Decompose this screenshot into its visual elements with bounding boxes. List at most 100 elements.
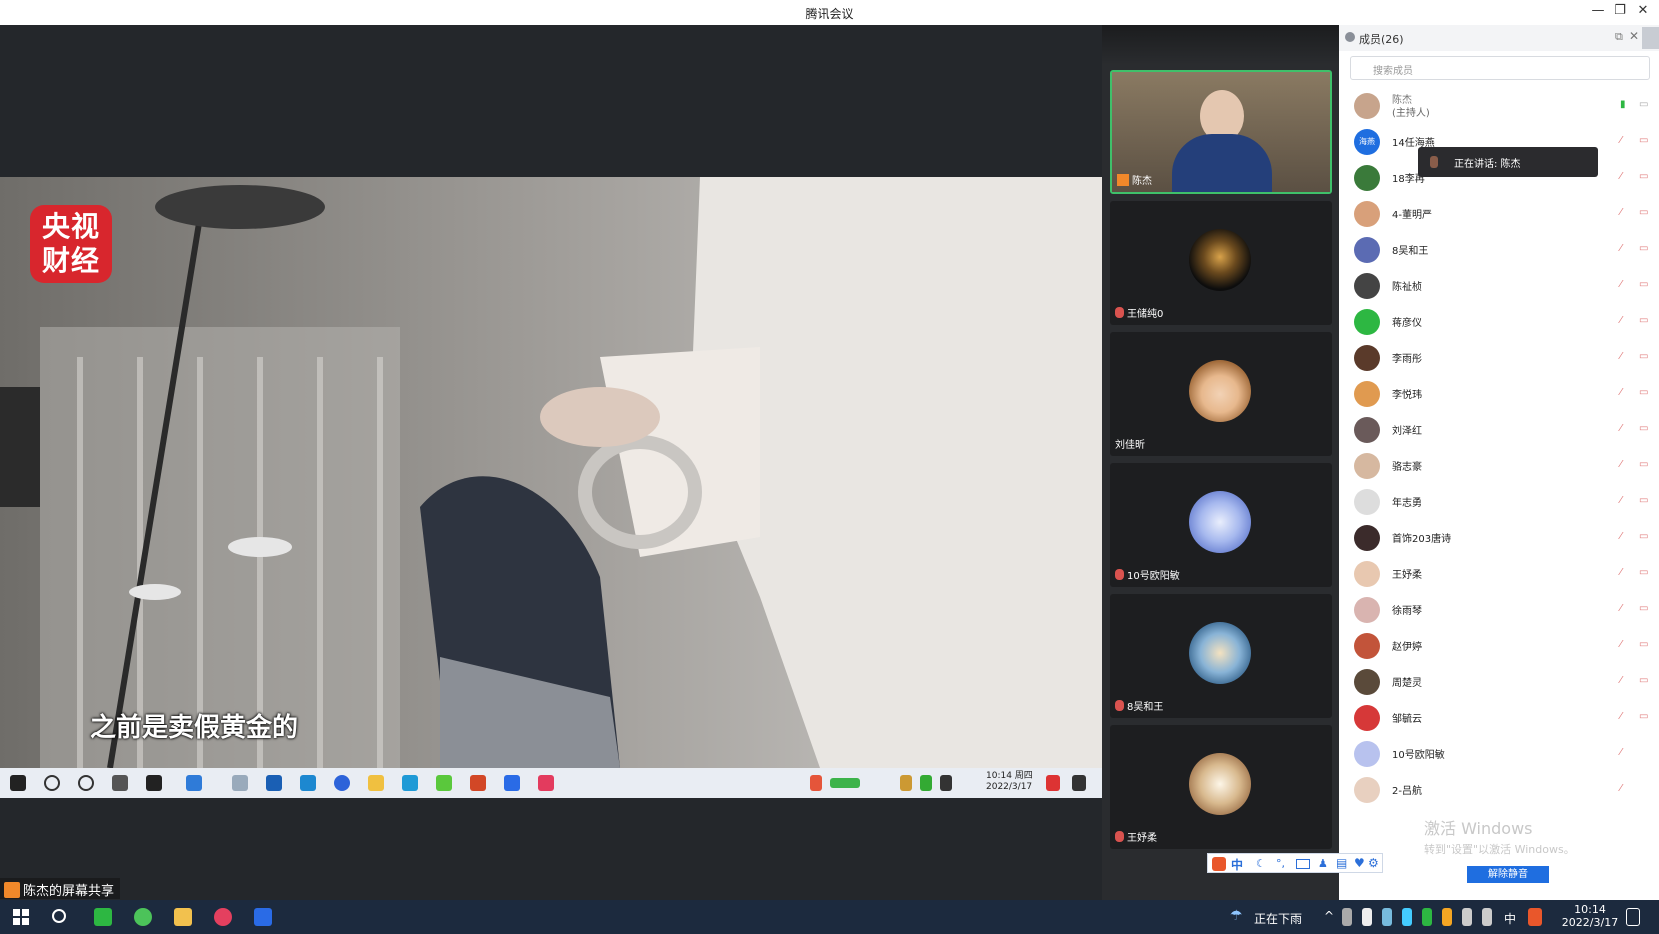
tray-chevron-icon[interactable]: ^ <box>1324 909 1334 923</box>
tencent-meeting-icon[interactable] <box>254 908 272 926</box>
video-off-icon[interactable]: ▭ <box>1639 99 1648 110</box>
member-row[interactable]: 刘泽红 ⁄ ▭ <box>1350 411 1650 447</box>
sogou-icon[interactable] <box>1212 857 1226 871</box>
video-off-icon[interactable]: ▭ <box>1639 531 1648 542</box>
video-tile[interactable]: 10号欧阳敏 <box>1110 463 1332 587</box>
video-off-icon[interactable]: ▭ <box>1639 459 1648 470</box>
mic-muted-icon[interactable]: ⁄ <box>1620 639 1628 651</box>
member-search-input[interactable]: 搜索成员 <box>1350 56 1650 80</box>
video-tile[interactable]: 8吴和王 <box>1110 594 1332 718</box>
member-row[interactable]: 李雨彤 ⁄ ▭ <box>1350 339 1650 375</box>
unmute-all-button[interactable]: 解除静音 <box>1467 866 1549 883</box>
mic-muted-icon[interactable]: ⁄ <box>1620 495 1628 507</box>
moon-icon[interactable]: ☾ <box>1256 857 1266 870</box>
video-tile[interactable]: 王妤柔 <box>1110 725 1332 849</box>
search-icon[interactable] <box>52 909 66 923</box>
ime-toolbar[interactable]: 中 ☾ °, ♟ ▤ ♥ ⚙ <box>1207 853 1383 873</box>
member-row[interactable]: 8吴和王 ⁄ ▭ <box>1350 231 1650 267</box>
video-tile[interactable]: 王储纯0 <box>1110 201 1332 325</box>
mic-muted-icon[interactable]: ⁄ <box>1620 351 1628 363</box>
close-button[interactable]: ✕ <box>1632 3 1654 18</box>
wechat-icon[interactable] <box>94 908 112 926</box>
mic-muted-icon[interactable]: ⁄ <box>1620 387 1628 399</box>
mic-muted-icon[interactable]: ⁄ <box>1620 171 1628 183</box>
tray-icon[interactable] <box>1442 908 1452 926</box>
video-off-icon[interactable]: ▭ <box>1639 495 1648 506</box>
mic-muted-icon[interactable]: ▮ <box>1620 99 1628 111</box>
member-row[interactable]: 4-董明严 ⁄ ▭ <box>1350 195 1650 231</box>
member-row[interactable]: 徐雨琴 ⁄ ▭ <box>1350 591 1650 627</box>
restore-button[interactable]: ❐ <box>1609 3 1631 18</box>
mic-muted-icon[interactable]: ⁄ <box>1620 459 1628 471</box>
member-row[interactable]: 周楚灵 ⁄ ▭ <box>1350 663 1650 699</box>
mic-muted-icon[interactable]: ⁄ <box>1620 603 1628 615</box>
video-off-icon[interactable]: ▭ <box>1639 351 1648 362</box>
video-off-icon[interactable]: ▭ <box>1639 675 1648 686</box>
tray-icon[interactable] <box>1342 908 1352 926</box>
member-row[interactable]: 赵伊婷 ⁄ ▭ <box>1350 627 1650 663</box>
mic-muted-icon[interactable]: ⁄ <box>1620 423 1628 435</box>
ime-mode[interactable]: 中 <box>1231 856 1243 873</box>
mic-muted-icon[interactable]: ⁄ <box>1620 783 1628 795</box>
video-off-icon[interactable]: ▭ <box>1639 603 1648 614</box>
video-off-icon[interactable]: ▭ <box>1639 135 1648 146</box>
tray-icon[interactable] <box>1382 908 1392 926</box>
popout-icon[interactable]: ⧉ <box>1615 30 1623 44</box>
minimize-button[interactable]: — <box>1587 3 1609 18</box>
app-icon[interactable] <box>134 908 152 926</box>
ime-icon[interactable] <box>1528 908 1542 926</box>
member-row[interactable]: 王妤柔 ⁄ ▭ <box>1350 555 1650 591</box>
settings-gear-icon[interactable]: ⚙ <box>1368 856 1379 870</box>
mic-muted-icon[interactable]: ⁄ <box>1620 531 1628 543</box>
close-panel-icon[interactable]: ✕ <box>1629 29 1639 43</box>
member-row[interactable]: 陈祉桢 ⁄ ▭ <box>1350 267 1650 303</box>
member-row[interactable]: 陈杰 (主持人) ▮ ▭ <box>1350 87 1650 123</box>
mic-muted-icon[interactable]: ⁄ <box>1620 279 1628 291</box>
mic-muted-icon[interactable]: ⁄ <box>1620 747 1628 759</box>
member-row[interactable]: 10号欧阳敏 ⁄ <box>1350 735 1650 771</box>
skin-icon[interactable]: ♥ <box>1354 856 1365 870</box>
video-off-icon[interactable]: ▭ <box>1639 711 1648 722</box>
video-off-icon[interactable]: ▭ <box>1639 639 1648 650</box>
clock[interactable]: 10:14 2022/3/17 <box>1560 903 1620 929</box>
file-explorer-icon[interactable] <box>174 908 192 926</box>
keyboard-icon[interactable] <box>1296 859 1310 869</box>
video-off-icon[interactable]: ▭ <box>1639 423 1648 434</box>
video-tile[interactable]: 刘佳昕 <box>1110 332 1332 456</box>
member-row[interactable]: 邹毓云 ⁄ ▭ <box>1350 699 1650 735</box>
video-off-icon[interactable]: ▭ <box>1639 279 1648 290</box>
member-row[interactable]: 首饰203唐诗 ⁄ ▭ <box>1350 519 1650 555</box>
video-off-icon[interactable]: ▭ <box>1639 315 1648 326</box>
member-row[interactable]: 李悦玮 ⁄ ▭ <box>1350 375 1650 411</box>
mic-muted-icon[interactable]: ⁄ <box>1620 567 1628 579</box>
language-indicator[interactable]: 中 <box>1504 910 1516 927</box>
punctuation-icon[interactable]: °, <box>1276 857 1285 870</box>
mic-muted-icon[interactable]: ⁄ <box>1620 711 1628 723</box>
tray-icon[interactable] <box>1422 908 1432 926</box>
tray-icon[interactable] <box>1362 908 1372 926</box>
video-off-icon[interactable]: ▭ <box>1639 567 1648 578</box>
video-off-icon[interactable]: ▭ <box>1639 243 1648 254</box>
windows-start-icon[interactable] <box>12 908 30 926</box>
mic-muted-icon[interactable]: ⁄ <box>1620 207 1628 219</box>
mic-muted-icon[interactable]: ⁄ <box>1620 243 1628 255</box>
weather-text[interactable]: 正在下雨 <box>1254 910 1302 927</box>
video-off-icon[interactable]: ▭ <box>1639 387 1648 398</box>
volume-icon[interactable] <box>1482 908 1492 926</box>
video-off-icon[interactable]: ▭ <box>1639 207 1648 218</box>
user-icon[interactable]: ♟ <box>1318 857 1328 870</box>
member-row[interactable]: 年志勇 ⁄ ▭ <box>1350 483 1650 519</box>
member-row[interactable]: 2-吕航 ⁄ <box>1350 771 1650 807</box>
simplified-icon[interactable]: ▤ <box>1336 856 1347 870</box>
member-row[interactable]: 骆志豪 ⁄ ▭ <box>1350 447 1650 483</box>
menu-icon[interactable] <box>1642 27 1659 49</box>
mic-muted-icon[interactable]: ⁄ <box>1620 675 1628 687</box>
mic-muted-icon[interactable]: ⁄ <box>1620 135 1628 147</box>
action-center-icon[interactable] <box>1626 908 1640 926</box>
tray-icon[interactable] <box>1402 908 1412 926</box>
app-icon[interactable] <box>214 908 232 926</box>
video-tile[interactable]: 陈杰 <box>1110 70 1332 194</box>
mic-muted-icon[interactable]: ⁄ <box>1620 315 1628 327</box>
network-icon[interactable] <box>1462 908 1472 926</box>
video-off-icon[interactable]: ▭ <box>1639 171 1648 182</box>
